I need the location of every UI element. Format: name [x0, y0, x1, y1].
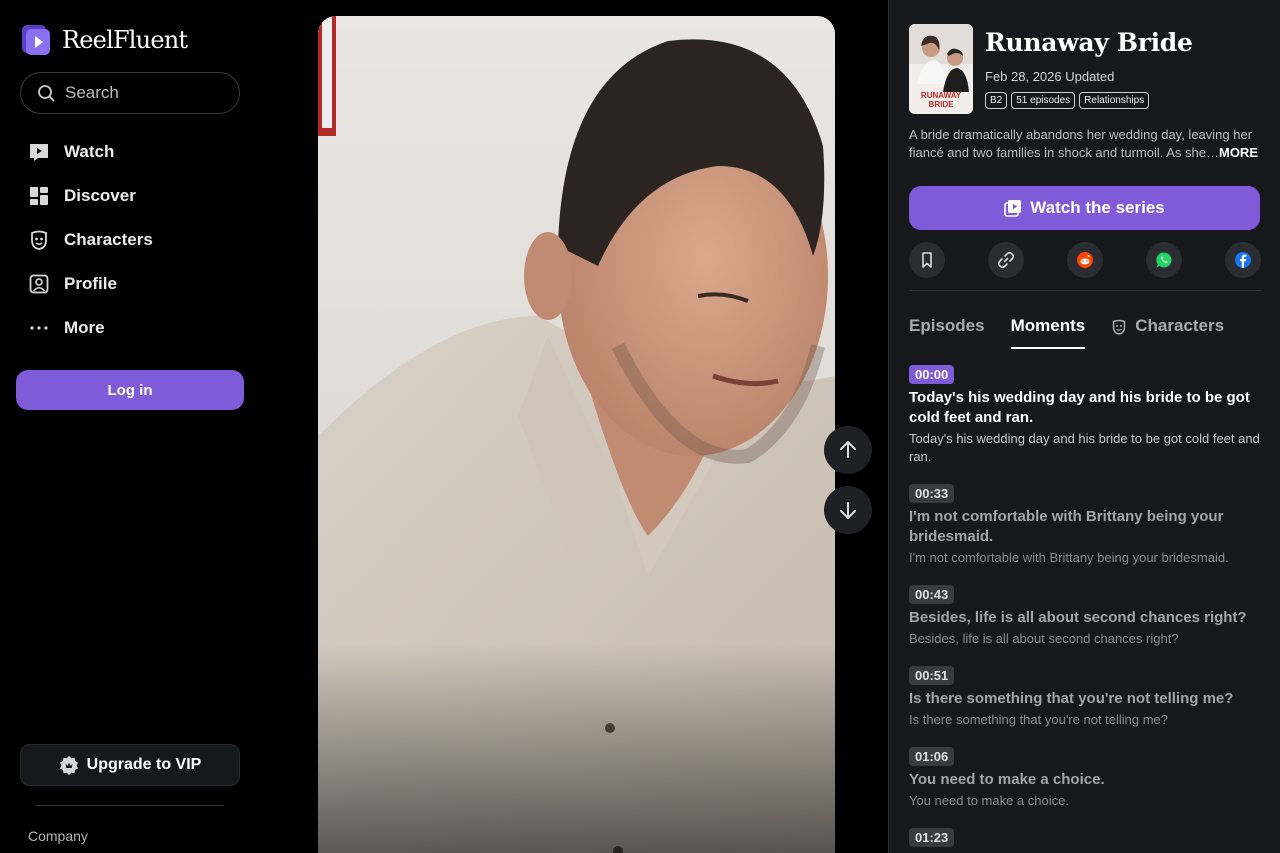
- tab-moments[interactable]: Moments: [1010, 316, 1086, 349]
- tab-characters[interactable]: Characters: [1111, 316, 1224, 349]
- panel-tabs: Episodes Moments Characters: [909, 316, 1250, 349]
- share-facebook-button[interactable]: [1225, 242, 1261, 278]
- search-icon: [38, 85, 55, 102]
- moment-title: You need to make a choice.: [909, 771, 1105, 788]
- series-updated-date: Feb 28, 2026 Updated: [985, 69, 1115, 84]
- moment-timestamp: 00:33: [909, 484, 955, 503]
- moment-item[interactable]: 00:33 I'm not comfortable with Brittany …: [909, 484, 1261, 567]
- mask-icon: [31, 230, 47, 250]
- moment-timestamp: 01:23: [909, 828, 955, 847]
- watch-series-button[interactable]: Watch the series: [909, 186, 1260, 230]
- copy-link-button[interactable]: [988, 242, 1024, 278]
- tag-episodes: 51 episodes: [1011, 92, 1076, 109]
- moment-subtitle: Is there something that you're not telli…: [909, 712, 1169, 727]
- series-title: Runaway Bride: [985, 28, 1193, 57]
- sidebar: ReelFluent Watch: [0, 0, 260, 853]
- upgrade-vip-label: Upgrade to VIP: [86, 756, 202, 773]
- sidebar-item-label: Discover: [64, 186, 136, 205]
- search-input[interactable]: [65, 83, 215, 103]
- mask-icon: [1112, 319, 1126, 335]
- next-video-button[interactable]: [824, 486, 872, 534]
- tab-label: Characters: [1135, 316, 1225, 335]
- link-icon: [997, 251, 1015, 269]
- description-text: A bride dramatically abandons her weddin…: [909, 127, 1253, 160]
- share-whatsapp-button[interactable]: [1146, 242, 1182, 278]
- sidebar-item-label: Characters: [64, 230, 153, 249]
- facebook-icon: [1235, 252, 1251, 268]
- sidebar-item-more[interactable]: More: [20, 306, 240, 350]
- moment-item[interactable]: 00:51 Is there something that you're not…: [909, 666, 1261, 729]
- tab-label: Episodes: [909, 316, 985, 335]
- moments-list: 00:00 Today's his wedding day and his br…: [909, 365, 1261, 853]
- sidebar-item-profile[interactable]: Profile: [20, 262, 240, 306]
- moment-subtitle: Besides, life is all about second chance…: [909, 631, 1179, 646]
- series-description: A bride dramatically abandons her weddin…: [909, 126, 1261, 162]
- logo-text: ReelFluent: [62, 26, 188, 54]
- sidebar-item-label: Watch: [64, 142, 115, 161]
- poster-title-text: RUNAWAY: [921, 91, 962, 100]
- tab-episodes[interactable]: Episodes: [909, 316, 985, 349]
- tag-level: B2: [985, 92, 1008, 109]
- moment-timestamp: 00:00: [909, 365, 955, 384]
- moment-timestamp: 00:43: [909, 585, 955, 604]
- tag-genre: Relationships: [1079, 92, 1150, 109]
- sidebar-item-label: Profile: [64, 274, 117, 293]
- moment-subtitle: You need to make a choice.: [909, 793, 1069, 808]
- sidebar-divider: [36, 805, 224, 806]
- sidebar-item-label: More: [64, 318, 105, 337]
- share-reddit-button[interactable]: [1067, 242, 1103, 278]
- video-frame: [318, 16, 835, 853]
- logo-icon: [22, 25, 50, 55]
- watch-series-label: Watch the series: [1030, 198, 1165, 217]
- logo[interactable]: ReelFluent: [20, 24, 188, 56]
- play-square-icon: [30, 144, 48, 161]
- play-stack-icon: [1004, 200, 1022, 217]
- series-tags: B2 51 episodes Relationships: [985, 92, 1153, 109]
- sidebar-item-watch[interactable]: Watch: [20, 130, 240, 174]
- panel-divider: [909, 290, 1261, 291]
- moment-title: Today's his wedding day and his bride to…: [909, 389, 1250, 426]
- whatsapp-icon: [1156, 252, 1172, 268]
- poster-title-text: BRIDE: [929, 100, 955, 109]
- bookmark-button[interactable]: [909, 242, 945, 278]
- moment-timestamp: 00:51: [909, 666, 955, 685]
- reddit-icon: [1077, 252, 1093, 268]
- moment-timestamp: 01:06: [909, 747, 955, 766]
- app-root: ReelFluent Watch: [0, 0, 1280, 853]
- moment-title: I'm not comfortable with Brittany being …: [909, 508, 1224, 545]
- ellipsis-icon: [30, 326, 48, 330]
- user-icon: [29, 274, 49, 294]
- company-link[interactable]: Company: [28, 828, 88, 844]
- moment-subtitle: Today's his wedding day and his bride to…: [909, 431, 1260, 464]
- video-player[interactable]: [318, 16, 835, 853]
- bookmark-icon: [922, 252, 932, 268]
- series-poster[interactable]: RUNAWAY BRIDE: [909, 24, 973, 114]
- arrow-down-icon: [840, 502, 856, 519]
- moment-item[interactable]: 01:23: [909, 828, 1261, 847]
- moment-item[interactable]: 00:00 Today's his wedding day and his br…: [909, 365, 1261, 466]
- share-row: [909, 242, 1261, 278]
- moment-item[interactable]: 00:43 Besides, life is all about second …: [909, 585, 1261, 648]
- previous-video-button[interactable]: [824, 426, 872, 474]
- tab-label: Moments: [1010, 316, 1086, 335]
- series-panel: RUNAWAY BRIDE Runaway Bride Feb 28, 2026…: [888, 0, 1280, 853]
- grid-icon: [30, 187, 48, 205]
- search-box[interactable]: [20, 72, 240, 114]
- login-button[interactable]: Log in: [16, 370, 244, 410]
- moment-subtitle: I'm not comfortable with Brittany being …: [909, 550, 1229, 565]
- sidebar-item-characters[interactable]: Characters: [20, 218, 240, 262]
- more-link[interactable]: MORE: [1219, 145, 1258, 160]
- upgrade-vip-button[interactable]: Upgrade to VIP: [20, 744, 240, 786]
- sidebar-nav: Watch Discover Characters Profile More: [20, 130, 240, 350]
- poster-image: RUNAWAY BRIDE: [909, 24, 973, 114]
- vip-badge-icon: [59, 756, 78, 775]
- arrow-up-icon: [840, 441, 856, 458]
- sidebar-item-discover[interactable]: Discover: [20, 174, 240, 218]
- moment-title: Is there something that you're not telli…: [909, 690, 1234, 707]
- moment-item[interactable]: 01:06 You need to make a choice. You nee…: [909, 747, 1261, 810]
- moment-title: Besides, life is all about second chance…: [909, 609, 1247, 626]
